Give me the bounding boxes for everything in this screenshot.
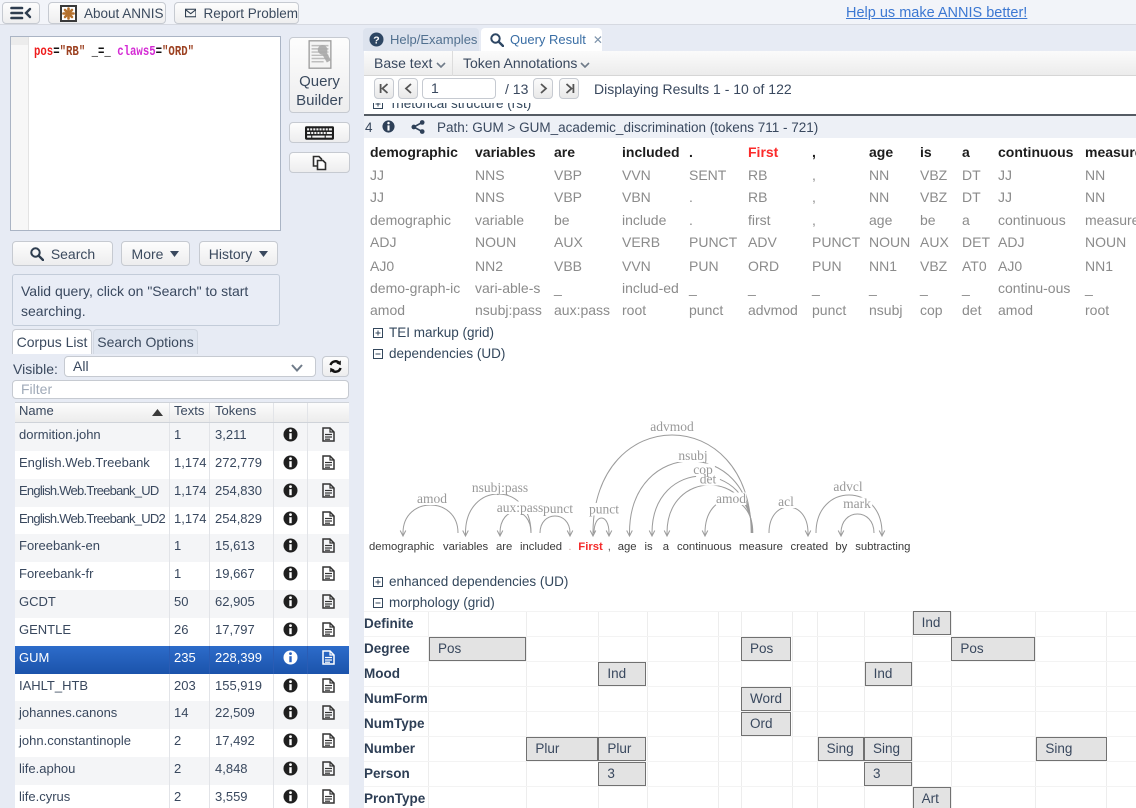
svg-text:are: are [496,541,512,553]
svg-text:First: First [578,541,603,553]
svg-text:advcl: advcl [833,479,862,494]
svg-text:variables: variables [443,541,489,553]
svg-text:punct: punct [543,501,573,516]
svg-text:subtracting: subtracting [855,541,910,553]
svg-text:by: by [835,541,847,553]
svg-text:continuous: continuous [677,541,732,553]
svg-text:mark: mark [843,496,871,511]
svg-text:amod: amod [716,491,746,506]
svg-text:,: , [608,541,611,553]
svg-text:is: is [645,541,654,553]
svg-text:created: created [791,541,829,553]
svg-text:.: . [568,541,571,553]
svg-text:aux:pass: aux:pass [497,500,544,515]
svg-text:nsubj: nsubj [678,448,707,463]
svg-text:measure: measure [739,541,783,553]
svg-text:advmod: advmod [650,419,694,434]
svg-text:demographic: demographic [369,541,435,553]
svg-text:acl: acl [778,494,794,509]
svg-text:included: included [520,541,562,553]
svg-text:amod: amod [417,491,447,506]
svg-text:age: age [618,541,637,553]
svg-text:a: a [663,541,670,553]
svg-text:nsubj:pass: nsubj:pass [472,480,528,495]
svg-text:?: ? [373,34,379,46]
svg-text:det: det [700,472,717,487]
svg-text:punct: punct [589,502,619,517]
